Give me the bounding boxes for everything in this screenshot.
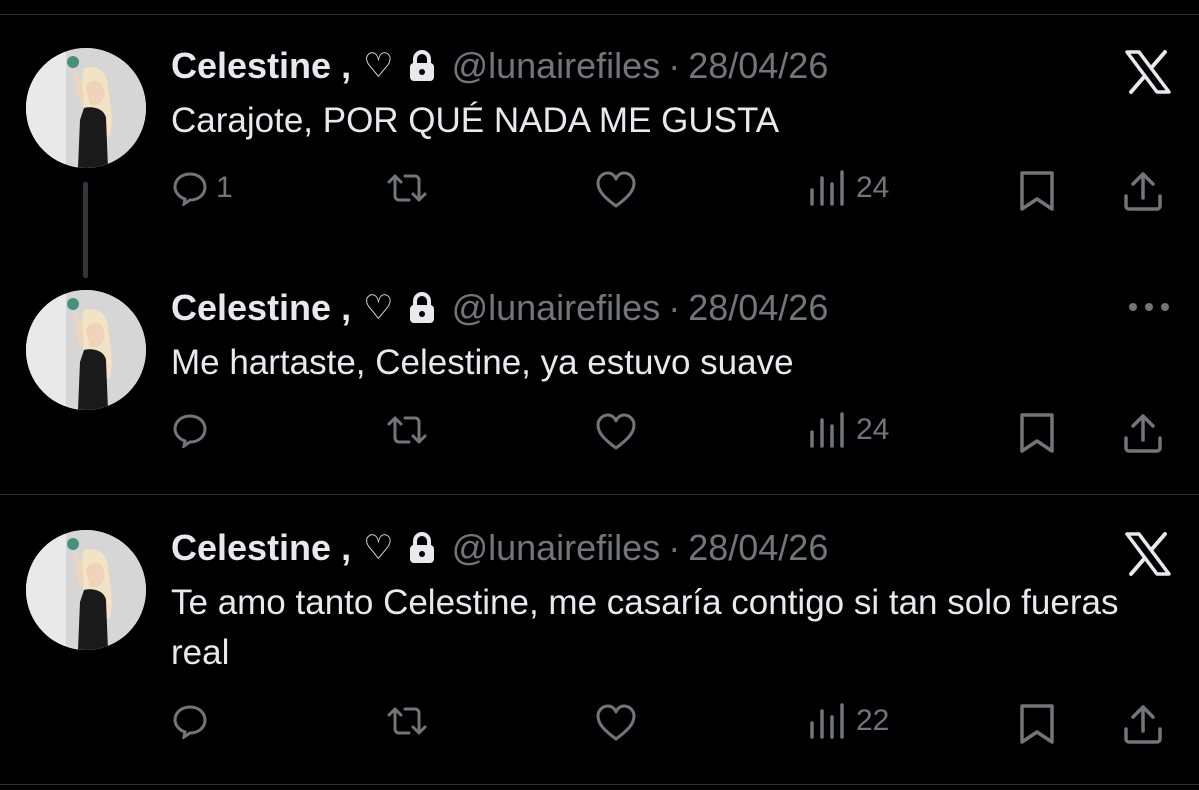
share-button[interactable] bbox=[1122, 703, 1164, 745]
display-name[interactable]: Celestine , bbox=[171, 45, 351, 87]
avatar-photo bbox=[26, 530, 146, 650]
avatar[interactable] bbox=[26, 290, 146, 410]
x-logo-icon bbox=[1125, 50, 1171, 99]
display-name[interactable]: Celestine , bbox=[171, 527, 351, 569]
bookmark-button[interactable] bbox=[1018, 170, 1056, 212]
tweet-date[interactable]: 28/04/26 bbox=[688, 287, 828, 329]
retweet-button[interactable] bbox=[383, 703, 431, 739]
tweet-text: Te amo tanto Celestine, me casaría conti… bbox=[171, 583, 1119, 672]
share-icon bbox=[1122, 412, 1164, 454]
reply-count: 1 bbox=[216, 171, 233, 204]
lock-icon bbox=[408, 50, 436, 82]
tweet-date[interactable]: 28/04/26 bbox=[688, 527, 828, 569]
views-button[interactable]: 22 bbox=[808, 703, 889, 739]
tweet-actions: 24 bbox=[0, 412, 1199, 456]
bookmark-icon bbox=[1018, 703, 1056, 745]
heart-icon bbox=[594, 412, 638, 452]
tweet-text: Carajote, POR QUÉ NADA ME GUSTA bbox=[171, 101, 780, 140]
avatar-photo bbox=[26, 290, 146, 410]
retweet-icon bbox=[383, 703, 431, 739]
reply-button[interactable] bbox=[172, 412, 216, 448]
bookmark-button[interactable] bbox=[1018, 412, 1056, 454]
share-button[interactable] bbox=[1122, 170, 1164, 212]
retweet-icon bbox=[383, 412, 431, 448]
share-icon bbox=[1122, 170, 1164, 212]
like-button[interactable] bbox=[594, 170, 638, 210]
bookmark-button[interactable] bbox=[1018, 703, 1056, 745]
heart-icon bbox=[594, 170, 638, 210]
views-count: 22 bbox=[856, 704, 890, 737]
tweet-actions: 1 24 bbox=[0, 170, 1199, 214]
lock-icon bbox=[408, 292, 436, 324]
bottom-divider bbox=[0, 784, 1199, 785]
lock-icon bbox=[408, 532, 436, 564]
separator-dot: · bbox=[668, 45, 681, 86]
reply-icon bbox=[172, 170, 208, 206]
separator-dot: · bbox=[668, 527, 681, 568]
heart-emoji: ♡ bbox=[363, 529, 394, 567]
user-handle[interactable]: @lunairefiles bbox=[452, 287, 661, 329]
more-options-icon[interactable] bbox=[1127, 300, 1171, 319]
bookmark-icon bbox=[1018, 412, 1056, 454]
like-button[interactable] bbox=[594, 703, 638, 743]
like-button[interactable] bbox=[594, 412, 638, 452]
views-icon bbox=[808, 412, 848, 448]
display-name[interactable]: Celestine , bbox=[171, 287, 351, 329]
bookmark-icon bbox=[1018, 170, 1056, 212]
reply-icon bbox=[172, 412, 208, 448]
heart-emoji: ♡ bbox=[363, 47, 394, 85]
tweet-text: Me hartaste, Celestine, ya estuvo suave bbox=[171, 343, 794, 382]
tweet-header: Celestine , ♡ @lunairefiles · 28/04/26 bbox=[171, 526, 828, 570]
separator-dot: · bbox=[668, 287, 681, 328]
views-count: 24 bbox=[856, 171, 890, 204]
tweet-date[interactable]: 28/04/26 bbox=[688, 45, 828, 87]
tweet-actions: 22 bbox=[0, 703, 1199, 747]
reply-icon bbox=[172, 703, 208, 739]
tweet-header: Celestine , ♡ @lunairefiles · 28/04/26 bbox=[171, 44, 828, 88]
avatar-photo bbox=[26, 48, 146, 168]
reply-button[interactable] bbox=[172, 703, 216, 739]
heart-icon bbox=[594, 703, 638, 743]
avatar[interactable] bbox=[26, 530, 146, 650]
retweet-button[interactable] bbox=[383, 412, 431, 448]
views-button[interactable]: 24 bbox=[808, 170, 889, 206]
top-border bbox=[0, 0, 1199, 15]
views-count: 24 bbox=[856, 413, 890, 446]
retweet-icon bbox=[383, 170, 431, 206]
retweet-button[interactable] bbox=[383, 170, 431, 206]
tweet-header: Celestine , ♡ @lunairefiles · 28/04/26 bbox=[171, 286, 828, 330]
views-icon bbox=[808, 170, 848, 206]
views-button[interactable]: 24 bbox=[808, 412, 889, 448]
avatar[interactable] bbox=[26, 48, 146, 168]
user-handle[interactable]: @lunairefiles bbox=[452, 45, 661, 87]
views-icon bbox=[808, 703, 848, 739]
divider bbox=[0, 494, 1199, 495]
share-icon bbox=[1122, 703, 1164, 745]
x-logo-icon bbox=[1125, 532, 1171, 581]
user-handle[interactable]: @lunairefiles bbox=[452, 527, 661, 569]
share-button[interactable] bbox=[1122, 412, 1164, 454]
reply-button[interactable]: 1 bbox=[172, 170, 233, 206]
heart-emoji: ♡ bbox=[363, 289, 394, 327]
